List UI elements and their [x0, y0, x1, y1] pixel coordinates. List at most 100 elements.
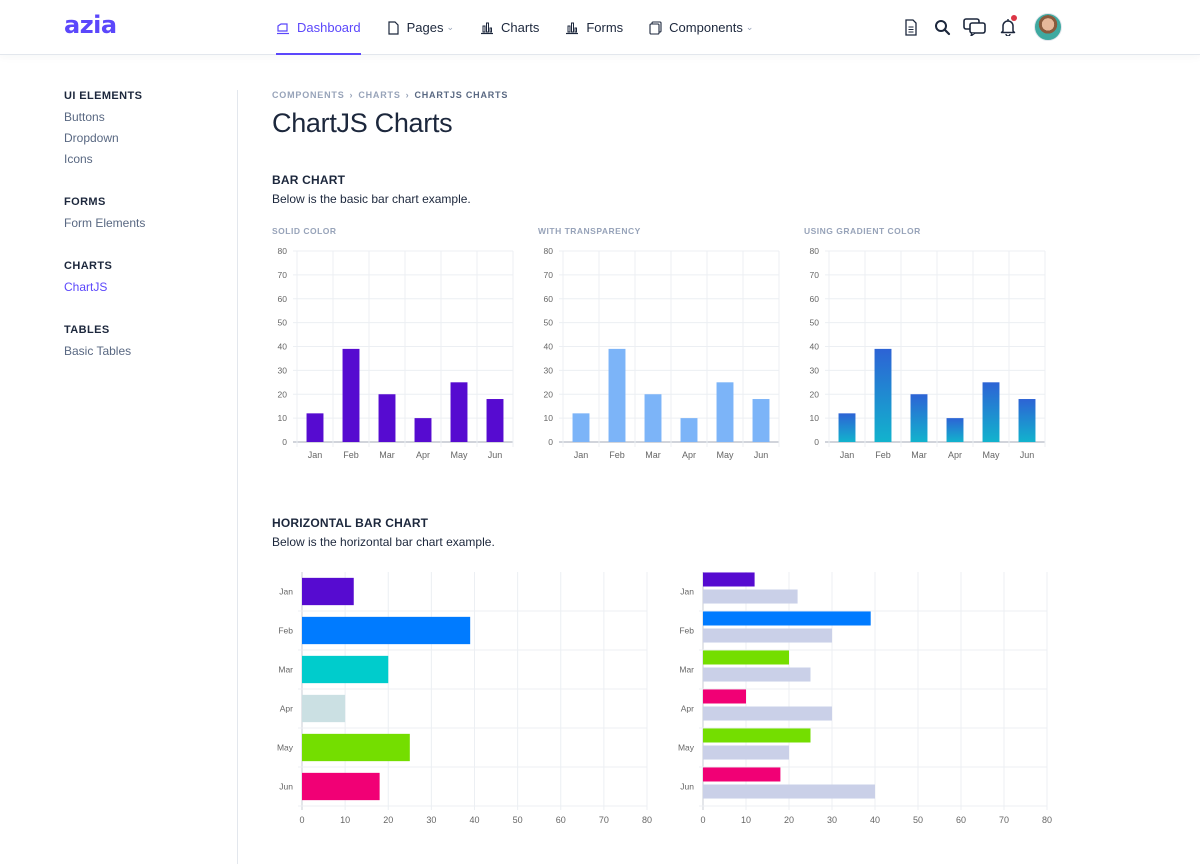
bar-chart-solid: 0 10 20 30 40 50 60 70 80 Jan Feb Mar Apr May Jun: [278, 246, 514, 460]
x-tick-label: Jun: [488, 450, 503, 460]
x-tick-label: May: [716, 450, 734, 460]
y-tick-label: 60: [810, 294, 820, 304]
y-tick-label: Mar: [679, 665, 694, 675]
chevron-right-icon: ›: [405, 90, 410, 100]
user-avatar[interactable]: [1034, 13, 1062, 41]
y-tick-label: 10: [278, 413, 288, 423]
x-tick-label: May: [982, 450, 1000, 460]
document-icon: [905, 18, 917, 36]
x-tick-label: 50: [913, 815, 923, 825]
y-tick-label: 50: [810, 318, 820, 328]
y-tick-label: 40: [810, 342, 820, 352]
chart-title-gradient: USING GRADIENT COLOR: [804, 226, 921, 236]
y-tick-label: 10: [810, 413, 820, 423]
sidebar-item-chartjs[interactable]: ChartJS: [64, 280, 234, 294]
bar: [752, 399, 770, 442]
horizontal-bar-chart-grouped: 0 10 20 30 40 50 60 70 80 Jan Feb Mar Apr May Jun: [678, 572, 1052, 825]
x-tick-label: Apr: [682, 450, 696, 460]
y-tick-label: Feb: [278, 626, 293, 636]
bar-chart-section-desc: Below is the basic bar chart example.: [272, 192, 471, 206]
x-tick-label: Feb: [875, 450, 891, 460]
logo[interactable]: azia: [64, 11, 117, 39]
search-button[interactable]: [931, 12, 953, 42]
notifications-button[interactable]: [997, 12, 1019, 42]
messages-button[interactable]: [962, 12, 988, 42]
x-tick-label: 20: [383, 815, 393, 825]
notification-badge: [1011, 15, 1017, 21]
bar: [608, 348, 626, 442]
x-tick-label: Feb: [609, 450, 625, 460]
horizontal-bar-chart-single: 0 10 20 30 40 50 60 70 80 Jan Feb Mar Apr May Jun: [277, 572, 652, 825]
sidebar-item-dropdown[interactable]: Dropdown: [64, 131, 234, 145]
x-tick-label: Jun: [754, 450, 769, 460]
x-tick-label: 70: [999, 815, 1009, 825]
x-tick-label: 60: [956, 815, 966, 825]
y-tick-label: 40: [544, 342, 554, 352]
bar: [703, 589, 798, 604]
chevron-right-icon: ›: [349, 90, 354, 100]
y-tick-label: Apr: [280, 704, 293, 714]
x-tick-label: 40: [469, 815, 479, 825]
bar: [302, 577, 354, 606]
sidebar-group-title: TABLES: [64, 324, 110, 336]
nav-forms[interactable]: Forms: [565, 0, 623, 55]
y-tick-label: 50: [544, 318, 554, 328]
bar: [414, 418, 432, 442]
hbar-chart-section-title: HORIZONTAL BAR CHART: [272, 516, 429, 530]
y-tick-label: 70: [544, 270, 554, 280]
bar: [572, 413, 590, 442]
y-tick-label: 10: [544, 413, 554, 423]
bar: [703, 706, 832, 721]
bar: [302, 655, 389, 684]
bar: [703, 745, 789, 760]
main-nav: Dashboard Pages ⌄ Charts Forms Component…: [276, 0, 779, 55]
sidebar-item-icons[interactable]: Icons: [64, 152, 234, 166]
nav-pages[interactable]: Pages ⌄: [387, 0, 454, 55]
messages-icon: [963, 18, 986, 36]
search-icon: [934, 19, 950, 35]
bar: [644, 394, 662, 442]
y-tick-label: 0: [814, 437, 819, 447]
y-tick-label: 20: [278, 389, 288, 399]
y-tick-label: 60: [278, 294, 288, 304]
bar: [703, 689, 746, 704]
x-tick-label: 10: [741, 815, 751, 825]
sidebar-group-forms: FORMS Form Elements: [64, 196, 234, 230]
y-tick-label: May: [277, 743, 294, 753]
y-tick-label: 80: [278, 246, 288, 256]
nav-components[interactable]: Components ⌄: [649, 0, 753, 55]
x-tick-label: Apr: [948, 450, 962, 460]
y-tick-label: 40: [278, 342, 288, 352]
chart-title-solid: SOLID COLOR: [272, 226, 337, 236]
x-tick-label: 80: [642, 815, 652, 825]
breadcrumb-item[interactable]: COMPONENTS: [272, 90, 345, 100]
sidebar-item-buttons[interactable]: Buttons: [64, 110, 234, 124]
sidebar-item-basic-tables[interactable]: Basic Tables: [64, 344, 234, 358]
x-tick-label: Jun: [1020, 450, 1035, 460]
bar-chart-gradient: 0 10 20 30 40 50 60 70 80 Jan Feb Mar Apr May Jun: [810, 246, 1046, 460]
bar: [703, 650, 789, 665]
nav-label: Charts: [501, 20, 540, 35]
bar: [910, 394, 928, 442]
nav-charts[interactable]: Charts: [480, 0, 539, 55]
y-tick-label: Jan: [680, 587, 694, 597]
bar: [703, 767, 781, 782]
nav-label: Components: [669, 20, 743, 35]
bar: [838, 413, 856, 442]
breadcrumb-item[interactable]: CHARTS: [358, 90, 400, 100]
bar: [302, 772, 380, 801]
x-tick-label: 60: [556, 815, 566, 825]
bar: [703, 728, 811, 743]
x-tick-label: Mar: [645, 450, 661, 460]
bar: [982, 382, 1000, 442]
y-tick-label: 20: [810, 389, 820, 399]
y-tick-label: 70: [810, 270, 820, 280]
chevron-down-icon: ⌄: [745, 22, 754, 32]
bar: [306, 413, 324, 442]
y-tick-label: 80: [810, 246, 820, 256]
chart-icon: [481, 22, 494, 34]
document-button[interactable]: [900, 12, 922, 42]
sidebar-item-form-elements[interactable]: Form Elements: [64, 216, 234, 230]
x-tick-label: 70: [599, 815, 609, 825]
nav-dashboard[interactable]: Dashboard: [276, 0, 361, 55]
